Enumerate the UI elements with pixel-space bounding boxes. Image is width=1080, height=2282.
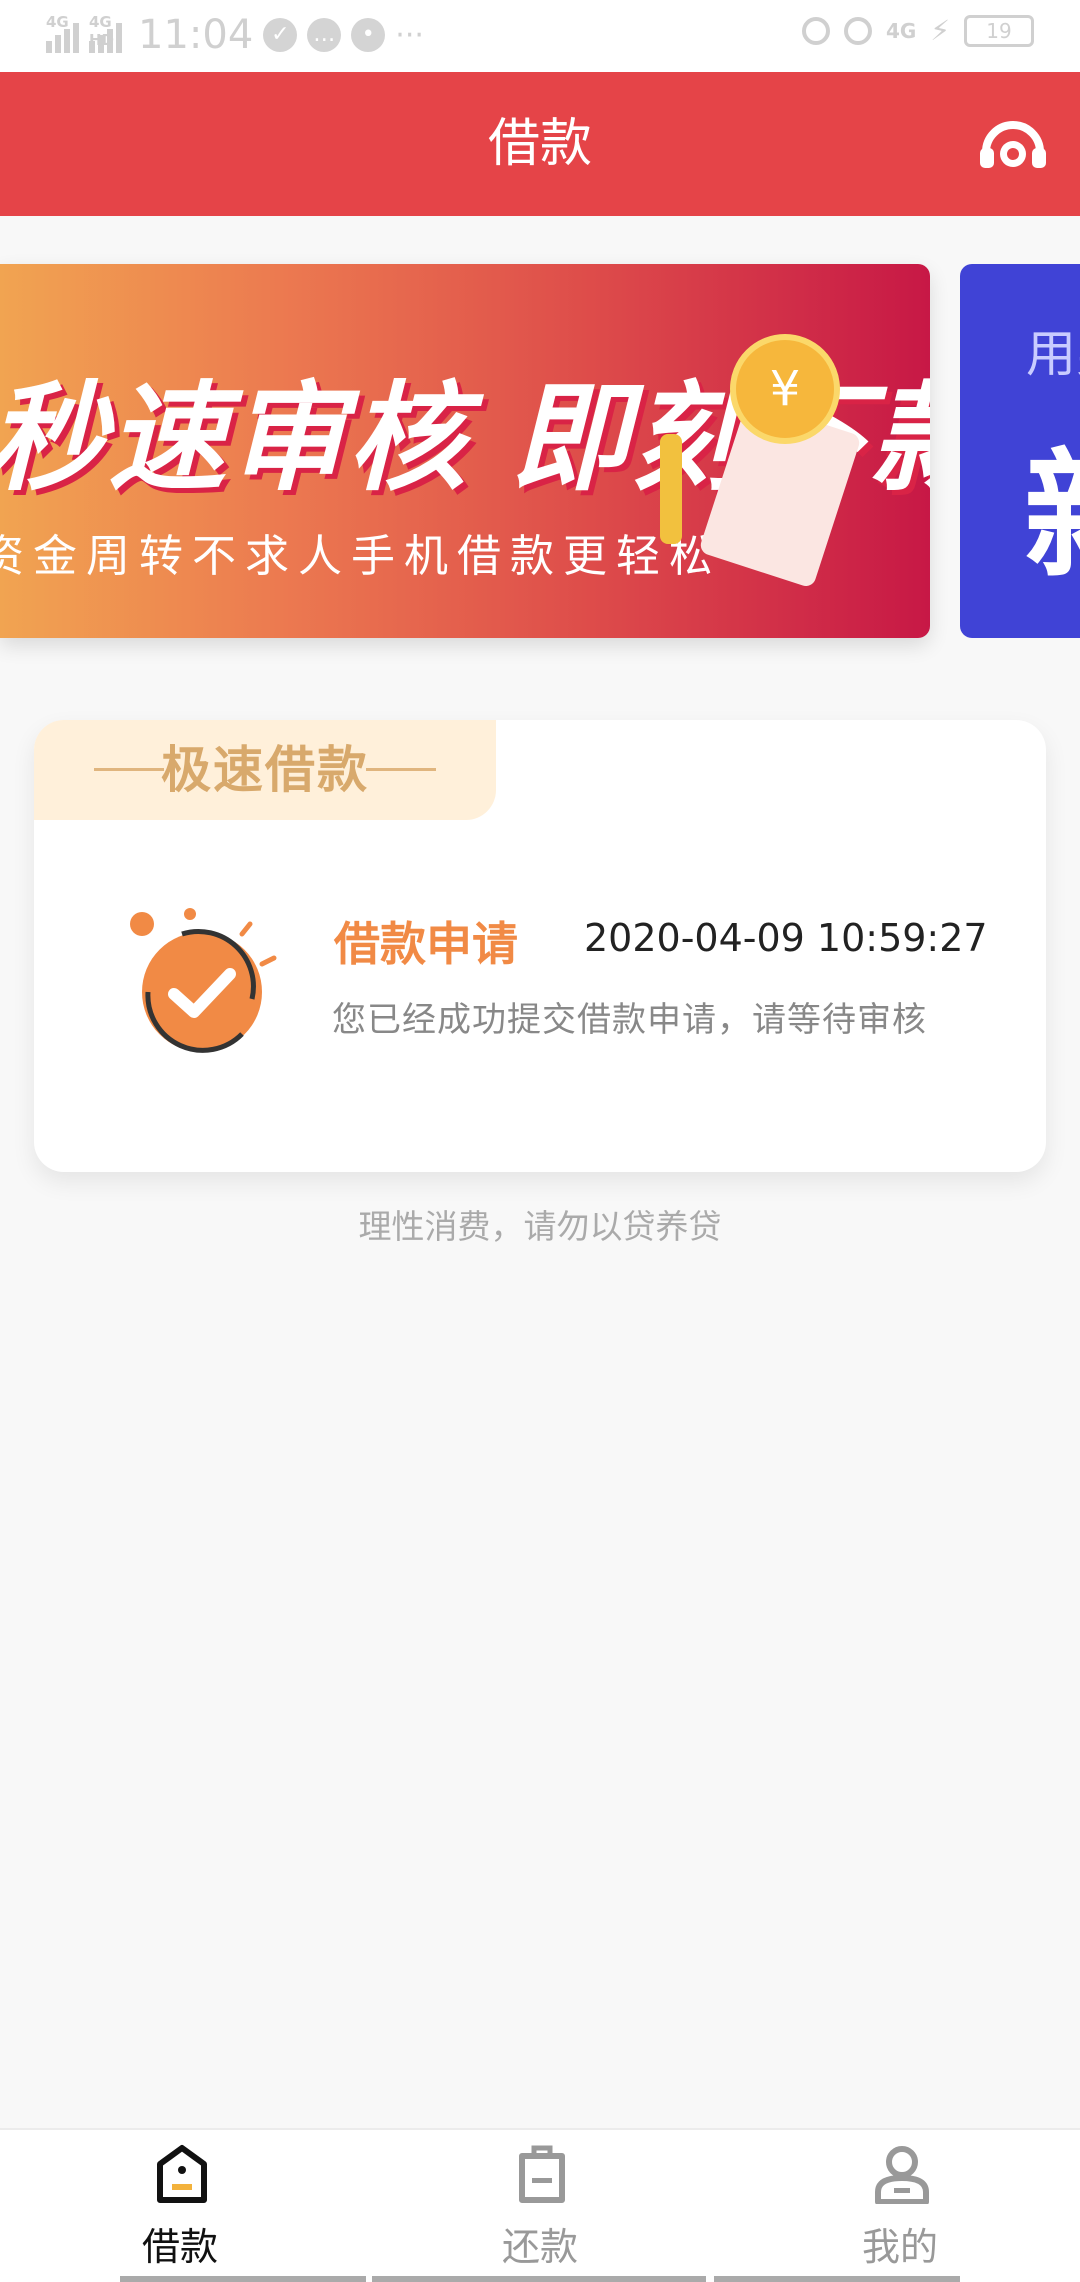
more-dots-icon: ··· bbox=[395, 17, 424, 53]
headset-icon[interactable] bbox=[978, 114, 1048, 176]
bottom-tab-bar: 借款 还款 我的 bbox=[0, 2128, 1080, 2282]
message-icon: … bbox=[307, 18, 342, 52]
person-illustration bbox=[660, 434, 682, 544]
banner2-headline: 新 bbox=[1024, 404, 1080, 606]
status-bar-right: 4G ⚡ 19 bbox=[801, 14, 1034, 47]
card-tab: 极速借款 bbox=[34, 720, 496, 820]
banner2-subline: 用身 bbox=[1026, 325, 1080, 383]
status-title: 借款申请 bbox=[334, 917, 518, 971]
promo-banner-next[interactable]: 用身 新 bbox=[960, 264, 1080, 638]
alarm-icon bbox=[843, 16, 872, 45]
signal-icon-2: 4G HD bbox=[89, 13, 122, 53]
status-time: 2020-04-09 10:59:27 bbox=[584, 916, 988, 960]
promo-banner[interactable]: 秒速审核 即刻下款 资金周转不求人手机借款更轻松 ¥ bbox=[0, 264, 930, 638]
battery-icon: 19 bbox=[964, 14, 1034, 47]
tab-profile[interactable]: 我的 bbox=[780, 2130, 1020, 2282]
repay-icon bbox=[519, 2145, 565, 2203]
coin-icon: ¥ bbox=[730, 334, 840, 444]
tab-indicator-2 bbox=[372, 2276, 706, 2282]
status-bar-left: 4G 4G HD 11:04 ✓ … • ··· bbox=[46, 12, 424, 58]
check-badge-icon: ✓ bbox=[263, 18, 298, 52]
tab-profile-label: 我的 bbox=[861, 2225, 938, 2269]
app-header: 借款 bbox=[0, 72, 1080, 216]
borrow-icon bbox=[157, 2145, 207, 2203]
network-label-2: 4G HD bbox=[89, 13, 115, 49]
signal-icon: 4G bbox=[46, 13, 79, 53]
status-bar: 4G 4G HD 11:04 ✓ … • ··· 4G ⚡ 19 bbox=[0, 0, 1080, 72]
cat-icon: • bbox=[351, 18, 386, 52]
responsible-borrowing-tip: 理性消费，请勿以贷养贷 bbox=[358, 1207, 722, 1246]
tab-borrow-label: 借款 bbox=[141, 2225, 218, 2269]
loan-status-card: 极速借款 借款申请 2020-04-09 10:59:27 您已经成功提交借款申… bbox=[34, 720, 1046, 1172]
profile-icon bbox=[875, 2146, 929, 2204]
tab-indicator-1 bbox=[120, 2276, 366, 2282]
location-icon bbox=[801, 16, 830, 45]
tab-indicator-3 bbox=[714, 2276, 960, 2282]
tab-borrow[interactable]: 借款 bbox=[60, 2130, 300, 2282]
tab-repay-label: 还款 bbox=[501, 2225, 578, 2269]
tab-deco-right bbox=[366, 768, 436, 771]
charging-icon: ⚡ bbox=[930, 14, 950, 47]
page-title: 借款 bbox=[487, 114, 592, 174]
banner-subline: 资金周转不求人手机借款更轻松 bbox=[0, 531, 722, 582]
clock: 11:04 bbox=[138, 12, 254, 58]
network-label: 4G bbox=[46, 13, 69, 31]
status-description: 您已经成功提交借款申请，请等待审核 bbox=[332, 1000, 927, 1040]
success-check-icon bbox=[130, 908, 277, 1053]
tab-repay[interactable]: 还款 bbox=[420, 2130, 660, 2282]
network-label-right: 4G bbox=[885, 18, 917, 43]
